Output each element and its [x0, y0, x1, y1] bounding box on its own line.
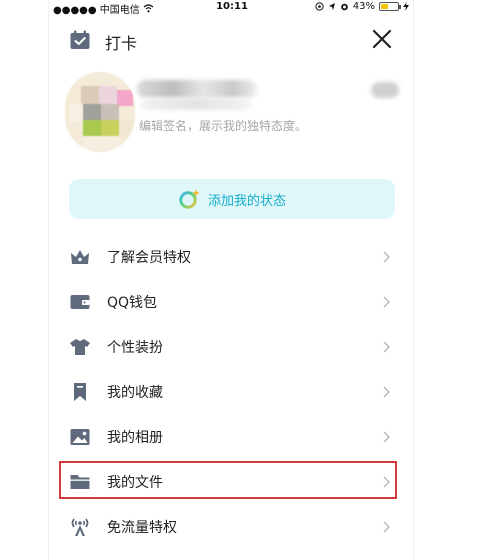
menu-item-data-free[interactable]: 免流量特权 — [49, 504, 413, 549]
close-icon[interactable] — [371, 28, 393, 50]
nickname-redacted — [137, 80, 257, 98]
menu-item-label: 了解会员特权 — [107, 249, 191, 266]
level-badge-redacted — [371, 82, 399, 98]
chevron-right-icon — [383, 521, 390, 532]
add-status-label: 添加我的状态 — [207, 193, 286, 209]
shirt-icon — [70, 338, 90, 355]
crown-icon — [71, 249, 89, 264]
highlight-box — [59, 461, 397, 499]
drawer-header: 打卡 — [49, 26, 413, 54]
menu-item-label: 个性装扮 — [107, 339, 163, 356]
menu-item-label: 我的相册 — [107, 429, 163, 446]
chevron-right-icon — [383, 296, 390, 307]
drawer-panel: ●●●●● 中国电信 10:11 43% 打卡 编辑签名，展示我的独特态度。 添… — [48, 0, 414, 560]
menu-item-label: QQ钱包 — [107, 294, 158, 311]
status-ring-icon — [179, 189, 200, 209]
chevron-right-icon — [383, 431, 390, 442]
battery-icon — [379, 2, 401, 11]
avatar[interactable] — [65, 72, 135, 152]
location-icon — [315, 2, 324, 11]
menu-item-album[interactable]: 我的相册 — [49, 414, 413, 459]
menu-item-favorites[interactable]: 我的收藏 — [49, 369, 413, 414]
navigation-arrow-icon — [328, 3, 335, 10]
profile-section: 编辑签名，展示我的独特态度。 — [49, 66, 413, 166]
screenshot-frame: ●●●●● 中国电信 10:11 43% 打卡 编辑签名，展示我的独特态度。 添… — [0, 0, 490, 560]
menu-item-personalize[interactable]: 个性装扮 — [49, 324, 413, 369]
signature-placeholder[interactable]: 编辑签名，展示我的独特态度。 — [139, 117, 307, 134]
chevron-right-icon — [383, 386, 390, 397]
alarm-icon — [340, 3, 348, 11]
wallet-icon — [70, 294, 90, 309]
checkin-label[interactable]: 打卡 — [105, 30, 137, 54]
menu-item-vip-privileges[interactable]: 了解会员特权 — [49, 234, 413, 279]
bookmark-icon — [74, 382, 86, 401]
menu-item-label: 免流量特权 — [107, 519, 177, 536]
chevron-right-icon — [383, 341, 390, 352]
battery-fill — [381, 4, 388, 9]
menu-item-qq-wallet[interactable]: QQ钱包 — [49, 279, 413, 324]
nickname-redacted-secondary — [141, 98, 251, 110]
chevron-right-icon — [383, 251, 390, 262]
status-bar: ●●●●● 中国电信 10:11 43% — [49, 0, 413, 16]
photo-icon — [70, 428, 90, 445]
add-status-button[interactable]: 添加我的状态 — [69, 179, 395, 219]
battery-percentage: 43% — [352, 1, 375, 12]
checkin-icon[interactable] — [69, 30, 91, 50]
status-right: 43% — [315, 1, 409, 12]
signal-tower-icon — [71, 517, 89, 536]
charging-icon — [403, 2, 409, 11]
menu-item-label: 我的收藏 — [107, 384, 163, 401]
